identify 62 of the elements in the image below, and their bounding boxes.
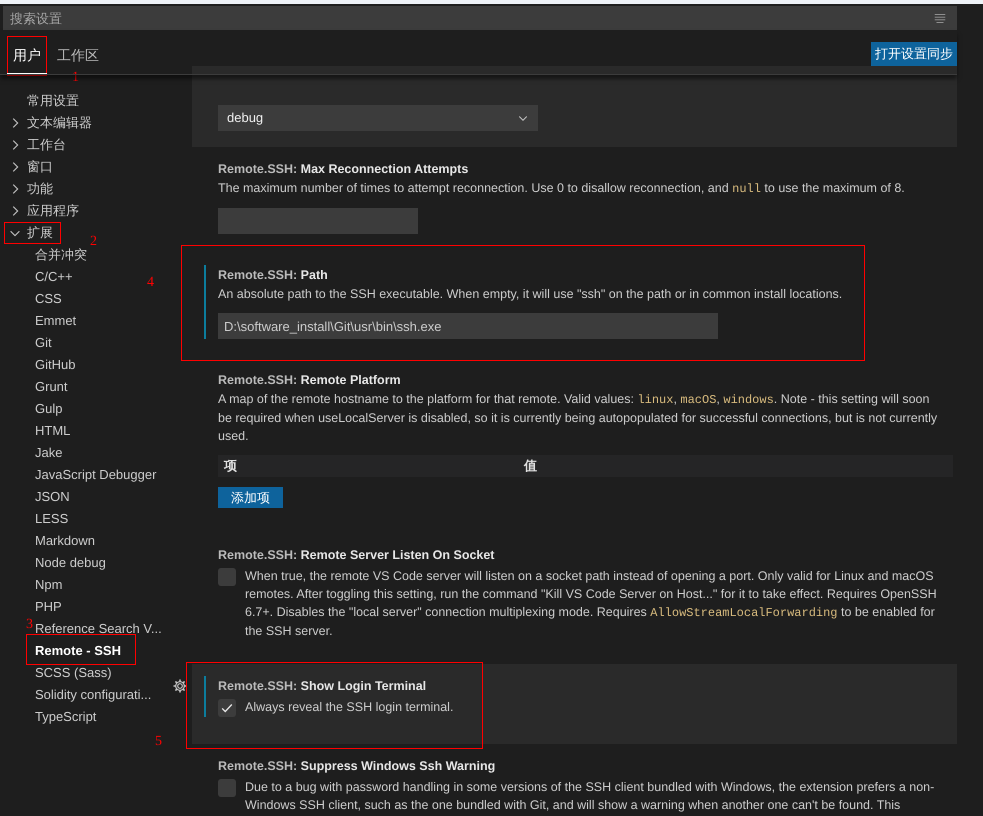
input-field[interactable]	[218, 208, 418, 234]
sidebar-item[interactable]: HTML	[35, 421, 70, 441]
sidebar-item[interactable]: Markdown	[35, 531, 95, 551]
sidebar-item[interactable]: Reference Search V...	[35, 619, 162, 639]
sidebar-item[interactable]: 文本编辑器	[27, 113, 92, 133]
sidebar-item[interactable]: Gulp	[35, 399, 62, 419]
sidebar-item[interactable]: JSON	[35, 487, 70, 507]
sidebar-item[interactable]: 窗口	[27, 157, 53, 177]
annotation-number: 4	[147, 275, 154, 291]
sidebar-item[interactable]: 常用设置	[27, 91, 79, 111]
annotation-number: 3	[26, 617, 33, 633]
sidebar-item[interactable]: Git	[35, 333, 52, 353]
setting-title: Remote.SSH: Path	[218, 267, 329, 284]
column-header: 值	[522, 457, 537, 476]
sidebar-item[interactable]: 功能	[27, 179, 53, 199]
annotation-number: 5	[155, 734, 162, 750]
setting-description: When true, the remote VS Code server will listen on a socket path instead of opening a port. Only valid for Linux and macOS remotes. After toggling this setting, run the command "Kill VS Code Server on Host..." for it to take effect. Requires OpenSSH 6.7+. Disables the "local server" connection multiplexing mode. Requires AllowStreamLocalForwarding to be enabled for the SSH server.	[245, 568, 938, 640]
annotation-number: 2	[90, 234, 97, 250]
sidebar-item[interactable]: CSS	[35, 289, 62, 309]
column-header: 项	[222, 457, 238, 476]
checkbox[interactable]	[218, 779, 236, 797]
sidebar-item[interactable]: C/C++	[35, 267, 73, 287]
checkbox[interactable]	[218, 699, 236, 717]
sidebar-item[interactable]: LESS	[35, 509, 68, 529]
sidebar-item[interactable]: Solidity configurati...	[35, 685, 152, 705]
annotation-frame	[4, 222, 61, 244]
annotation-frame	[7, 36, 47, 76]
gear-icon[interactable]	[172, 678, 188, 694]
add-item-button[interactable]: 添加项	[218, 487, 283, 508]
sidebar-item[interactable]: Jake	[35, 443, 62, 463]
checkmark-icon	[220, 701, 234, 715]
sidebar-item[interactable]: TypeScript	[35, 707, 96, 727]
setting-title: Remote.SSH: Remote Platform	[218, 372, 402, 389]
settings-tab[interactable]: 用户	[7, 38, 47, 74]
sync-settings-button[interactable]: 打开设置同步	[871, 42, 957, 66]
search-field[interactable]: 搜索设置	[3, 6, 957, 30]
setting-description: A map of the remote hostname to the platform for that remote. Valid values: linux, macOS, windows. Note - this setting will soon be required when useLocalServer is disabled, so it is currently being autopopulated for successful connections, but is not currently used.	[218, 391, 938, 445]
setting-title: Remote.SSH: Remote Server Listen On Socket	[218, 547, 496, 564]
sidebar-item[interactable]: 扩展	[27, 223, 53, 243]
sidebar-item[interactable]: Emmet	[35, 311, 76, 331]
sidebar-item[interactable]: Npm	[35, 575, 62, 595]
setting-description: Always reveal the SSH login terminal.	[245, 699, 454, 716]
setting-title: Remote.SSH: Max Reconnection Attempts	[218, 161, 470, 178]
sidebar-item[interactable]: Grunt	[35, 377, 68, 397]
setting-description: The maximum number of times to attempt reconnection. Use 0 to disallow reconnection, and null to use the maximum of 8.	[218, 180, 906, 198]
setting-description: Due to a bug with password handling in some versions of the SSH client bundled with Windows, the extension prefers a non-Windows SSH client, such as the one bundled with Git, and will show a warning when another one can't be found. This	[245, 779, 936, 814]
sidebar-item[interactable]: Remote - SSH	[35, 641, 121, 661]
setting-title: Remote.SSH: Suppress Windows Ssh Warning	[218, 758, 496, 775]
input-field[interactable]: D:\software_install\Git\usr\bin\ssh.exe	[218, 313, 718, 339]
filter-list-icon	[933, 11, 947, 25]
checkbox[interactable]	[218, 568, 236, 586]
setting-description: An absolute path to the SSH executable. When empty, it will use "ssh" on the path or in common install locations.	[218, 286, 844, 303]
sidebar-item[interactable]: 应用程序	[27, 201, 79, 221]
sidebar-item[interactable]: GitHub	[35, 355, 76, 375]
sidebar-item[interactable]: SCSS (Sass)	[35, 663, 112, 683]
sidebar-item[interactable]: 工作台	[27, 135, 66, 155]
sidebar-item[interactable]: Node debug	[35, 553, 106, 573]
sidebar-item[interactable]: 合并冲突	[35, 245, 87, 265]
setting-title: Remote.SSH: Show Login Terminal	[218, 678, 428, 695]
dropdown[interactable]: debug	[218, 105, 538, 131]
sidebar-item[interactable]: JavaScript Debugger	[35, 465, 156, 485]
sidebar-item[interactable]: PHP	[35, 597, 62, 617]
